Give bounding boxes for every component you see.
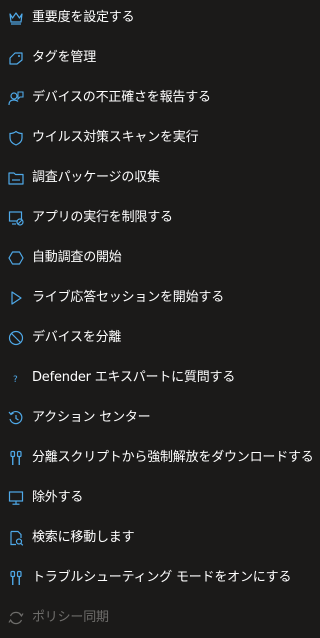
restrict-app-icon — [8, 210, 24, 226]
menu-item-start-auto-investigation[interactable]: 自動調査の開始 — [0, 238, 311, 278]
report-user-icon — [8, 90, 24, 106]
menu-item-manage-tags[interactable]: タグを管理 — [0, 38, 311, 78]
menu-item-exclude[interactable]: 除外する — [0, 478, 311, 518]
question-icon: ? — [8, 370, 24, 386]
svg-text:?: ? — [13, 375, 18, 385]
crown-icon — [8, 10, 24, 26]
menu-item-label: アプリの実行を制限する — [32, 210, 173, 225]
menu-item-label: 除外する — [32, 490, 84, 505]
hexagon-icon — [8, 250, 24, 266]
menu-item-go-to-hunting[interactable]: 検索に移動します — [0, 518, 311, 558]
menu-item-action-center[interactable]: アクション センター — [0, 398, 311, 438]
play-icon — [8, 290, 24, 306]
menu-item-label: 調査パッケージの収集 — [32, 170, 160, 185]
menu-item-label: トラブルシューティング モードをオンにする — [32, 570, 292, 585]
search-doc-icon — [8, 530, 24, 546]
menu-item-label: 検索に移動します — [32, 530, 135, 545]
menu-item-run-antivirus-scan[interactable]: ウイルス対策スキャンを実行 — [0, 118, 311, 158]
menu-item-isolate-device[interactable]: デバイスを分離 — [0, 318, 311, 358]
menu-item-restrict-app[interactable]: アプリの実行を制限する — [0, 198, 311, 238]
menu-item-policy-sync: ポリシー同期 — [0, 598, 311, 638]
menu-item-label: タグを管理 — [32, 50, 97, 65]
menu-item-label: アクション センター — [32, 410, 151, 425]
menu-item-troubleshooting-mode[interactable]: トラブルシューティング モードをオンにする — [0, 558, 311, 598]
menu-item-label: ライブ応答セッションを開始する — [32, 290, 225, 305]
folder-icon — [8, 170, 24, 186]
menu-item-label: 分離スクリプトから強制解放をダウンロードする — [32, 450, 314, 465]
history-icon — [8, 410, 24, 426]
menu-item-ask-defender-experts[interactable]: ? Defender エキスパートに質問する — [0, 358, 311, 398]
shield-icon — [8, 130, 24, 146]
script-icon — [8, 450, 24, 466]
monitor-icon — [8, 490, 24, 506]
tag-icon — [8, 50, 24, 66]
sync-icon — [8, 610, 24, 626]
menu-item-label: Defender エキスパートに質問する — [32, 370, 236, 385]
menu-item-label: ポリシー同期 — [32, 610, 109, 625]
menu-item-label: ウイルス対策スキャンを実行 — [32, 130, 199, 145]
device-actions-menu: 重要度を設定する タグを管理 デバイスの不正確さを報告する ウイルス対策スキャン… — [0, 0, 314, 632]
menu-item-download-unisolation-script[interactable]: 分離スクリプトから強制解放をダウンロードする — [0, 438, 314, 478]
menu-item-label: 重要度を設定する — [32, 10, 135, 25]
menu-item-report-inaccuracy[interactable]: デバイスの不正確さを報告する — [0, 78, 311, 118]
menu-item-set-criticality[interactable]: 重要度を設定する — [0, 0, 311, 38]
menu-item-label: 自動調査の開始 — [32, 250, 122, 265]
menu-item-collect-package[interactable]: 調査パッケージの収集 — [0, 158, 311, 198]
menu-item-live-response[interactable]: ライブ応答セッションを開始する — [0, 278, 311, 318]
menu-item-label: デバイスを分離 — [32, 330, 122, 345]
block-icon — [8, 330, 24, 346]
troubleshoot-icon — [8, 570, 24, 586]
menu-item-label: デバイスの不正確さを報告する — [32, 90, 211, 105]
